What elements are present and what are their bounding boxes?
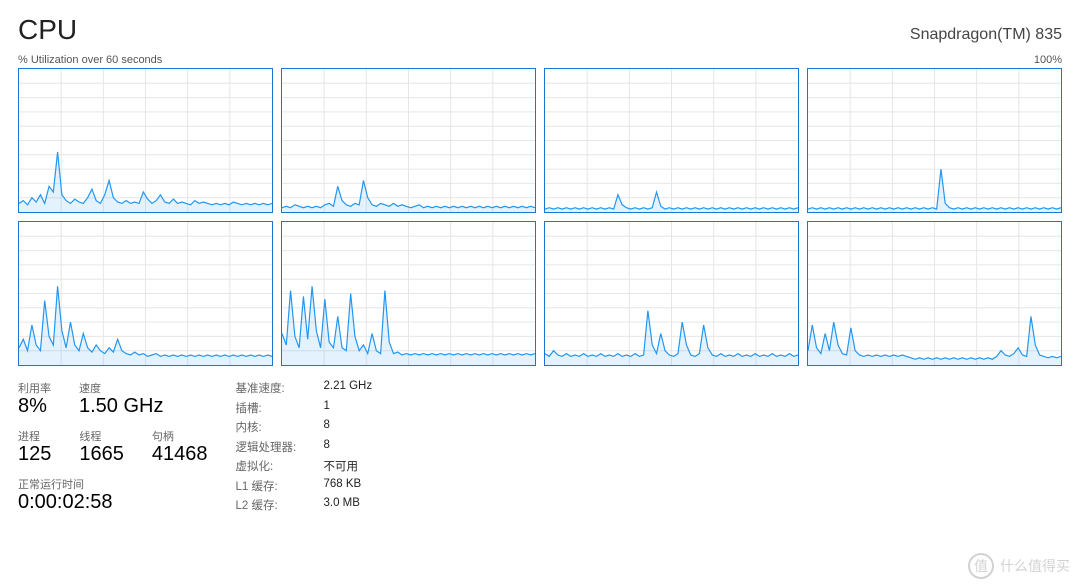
stat-speed: 速度 1.50 GHz (79, 380, 163, 418)
detail-l2-label: L2 缓存: (236, 497, 306, 514)
detail-l1-label: L1 缓存: (236, 478, 306, 495)
cpu-core-chart-5 (281, 221, 536, 366)
stat-processes: 进程 125 (18, 428, 51, 466)
detail-base-speed-label: 基准速度: (236, 380, 306, 397)
cpu-core-chart-1 (281, 68, 536, 213)
cpu-model: Snapdragon(TM) 835 (910, 26, 1062, 44)
detail-base-speed-value: 2.21 GHz (324, 380, 373, 397)
detail-cores-value: 8 (324, 419, 373, 436)
detail-logical-value: 8 (324, 439, 373, 456)
stat-uptime: 正常运行时间 0:00:02:58 (18, 476, 208, 514)
axis-left-label: % Utilization over 60 seconds (18, 54, 162, 66)
stat-utilization: 利用率 8% (18, 380, 51, 418)
chart-axis-labels: % Utilization over 60 seconds 100% (18, 54, 1062, 66)
cpu-core-chart-6 (544, 221, 799, 366)
detail-virtualization-label: 虚拟化: (236, 458, 306, 475)
detail-virtualization-value: 不可用 (324, 458, 373, 475)
stats-detail-table: 基准速度: 2.21 GHz 插槽: 1 内核: 8 逻辑处理器: 8 虚拟化:… (236, 380, 373, 514)
cpu-core-chart-2 (544, 68, 799, 213)
watermark-text: 什么值得买 (1000, 556, 1070, 576)
detail-l2-value: 3.0 MB (324, 497, 373, 514)
stats-left-column: 利用率 8% 速度 1.50 GHz 进程 125 线程 1665 句柄 414… (18, 380, 208, 514)
cpu-core-chart-4 (18, 221, 273, 366)
stat-handles: 句柄 41468 (152, 428, 208, 466)
detail-sockets-value: 1 (324, 400, 373, 417)
cpu-core-chart-7 (807, 221, 1062, 366)
stat-threads: 线程 1665 (79, 428, 124, 466)
cpu-core-chart-0 (18, 68, 273, 213)
detail-cores-label: 内核: (236, 419, 306, 436)
detail-logical-label: 逻辑处理器: (236, 439, 306, 456)
detail-l1-value: 768 KB (324, 478, 373, 495)
axis-right-label: 100% (1034, 54, 1062, 66)
watermark: 值 什么值得买 (968, 553, 1070, 579)
page-title: CPU (18, 14, 77, 46)
cpu-core-chart-3 (807, 68, 1062, 213)
cpu-core-charts (18, 68, 1062, 366)
header: CPU Snapdragon(TM) 835 (18, 14, 1062, 46)
watermark-badge-icon: 值 (968, 553, 994, 579)
stats-section: 利用率 8% 速度 1.50 GHz 进程 125 线程 1665 句柄 414… (18, 380, 1062, 514)
detail-sockets-label: 插槽: (236, 400, 306, 417)
